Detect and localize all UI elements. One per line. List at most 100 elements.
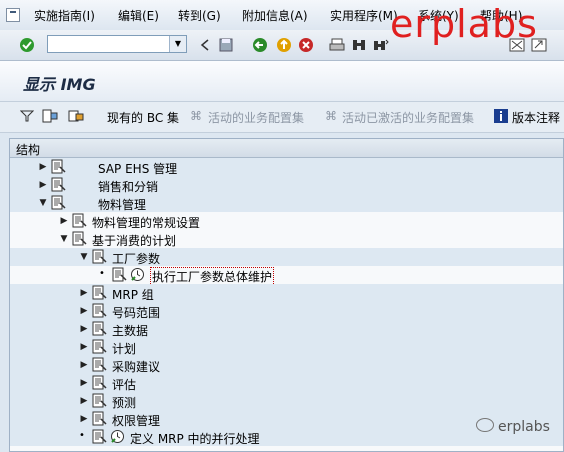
documentation-icon[interactable] (92, 303, 107, 318)
enter-icon[interactable] (18, 36, 36, 54)
tree-node-label[interactable]: 采购建议 (112, 358, 160, 375)
documentation-icon[interactable] (92, 321, 107, 336)
documentation-icon[interactable] (92, 249, 107, 264)
tree-row[interactable]: ▶ 主数据 (10, 320, 563, 339)
documentation-icon[interactable] (92, 429, 107, 444)
transport-icon[interactable] (68, 109, 84, 126)
print-icon[interactable] (328, 36, 346, 54)
info-icon[interactable] (494, 109, 508, 126)
img-tree-panel: 结构 ▶ SAP EHS 管理 ▶ 销售和分销 ▼ 物料管理 ▶ 物料管理的常规设置 ▼ 基于消费… (9, 138, 564, 452)
tree-row[interactable]: ▶ 采购建议 (10, 356, 563, 375)
command-field[interactable]: ▼ (47, 35, 187, 53)
documentation-icon[interactable] (72, 213, 87, 228)
back-icon[interactable] (251, 36, 269, 54)
expand-arrow-icon[interactable]: ▶ (79, 394, 89, 408)
activated-config-sets-button[interactable]: 活动已激活的业务配置集 (342, 109, 474, 126)
documentation-icon[interactable] (112, 267, 127, 282)
collapse-arrow-icon[interactable]: ▼ (59, 232, 69, 246)
expand-arrow-icon[interactable]: ▶ (79, 304, 89, 318)
tree-node-label[interactable]: 号码范围 (112, 304, 160, 321)
filter-icon[interactable] (19, 109, 35, 126)
watermark-footer: erplabs (476, 418, 550, 435)
tree-node-label[interactable]: 销售和分销 (98, 178, 158, 195)
tree-row[interactable]: ▼ 工厂参数 (10, 248, 563, 267)
tree-row[interactable]: ▶ MRP 组 (10, 284, 563, 303)
documentation-icon[interactable] (92, 285, 107, 300)
tree-node-label[interactable]: 工厂参数 (112, 250, 160, 267)
tree-node-label[interactable]: 物料管理的常规设置 (92, 214, 200, 231)
expand-arrow-icon[interactable]: ▶ (79, 376, 89, 390)
collapse-icon[interactable] (196, 36, 214, 54)
documentation-icon[interactable] (92, 393, 107, 408)
leaf-bullet-icon: • (99, 268, 105, 279)
structure-header-label: 结构 (16, 143, 41, 157)
tree-row[interactable]: ▶ 评估 (10, 374, 563, 393)
tree-row[interactable]: ▶ SAP EHS 管理 (10, 158, 563, 177)
documentation-icon[interactable] (72, 231, 87, 246)
tree-node-label[interactable]: 预测 (112, 394, 136, 411)
execute-activity-icon[interactable] (110, 429, 125, 444)
tree-row[interactable]: • 执行工厂参数总体维护 (10, 266, 563, 286)
tree-node-label[interactable]: 主数据 (112, 322, 148, 339)
execute-activity-icon[interactable] (130, 267, 145, 282)
expand-arrow-icon[interactable]: ▶ (38, 178, 48, 192)
tree-column-header: 结构 (10, 139, 563, 158)
tree-node-label[interactable]: SAP EHS 管理 (98, 160, 177, 177)
expand-arrow-icon[interactable]: ▶ (79, 286, 89, 300)
cancel-icon[interactable] (297, 36, 315, 54)
release-notes-button[interactable]: 版本注释 (512, 109, 560, 126)
documentation-icon[interactable] (92, 375, 107, 390)
documentation-icon[interactable] (51, 177, 66, 192)
tree-row[interactable]: ▶ 预测 (10, 392, 563, 411)
tree-node-label[interactable]: 评估 (112, 376, 136, 393)
tree-node-label[interactable]: 权限管理 (112, 412, 160, 429)
tree-node-label[interactable]: 定义 MRP 中的并行处理 (130, 430, 260, 447)
exit-icon[interactable] (275, 36, 293, 54)
config-set-icon: ⌘ (190, 109, 202, 123)
documentation-icon[interactable] (92, 339, 107, 354)
expand-arrow-icon[interactable]: ▶ (79, 322, 89, 336)
leaf-bullet-icon: • (79, 430, 85, 441)
tree-node-label[interactable]: 基于消费的计划 (92, 232, 176, 249)
documentation-icon[interactable] (51, 195, 66, 210)
menu-goto[interactable]: 转到(G) (178, 7, 221, 24)
current-bc-sets-button[interactable]: 现有的 BC 集 (107, 109, 179, 126)
tree-row[interactable]: ▶ 销售和分销 (10, 176, 563, 195)
tree-row[interactable]: ▶ 号码范围 (10, 302, 563, 321)
documentation-icon[interactable] (92, 411, 107, 426)
application-toolbar: 现有的 BC 集 ⌘ 活动的业务配置集 ⌘ 活动已激活的业务配置集 版本注释 (0, 102, 564, 133)
expand-arrow-icon[interactable]: ▶ (79, 412, 89, 426)
collapse-arrow-icon[interactable]: ▼ (79, 250, 89, 264)
command-input[interactable] (48, 36, 174, 52)
structure-icon[interactable] (42, 109, 58, 126)
tree-row[interactable]: ▶ 物料管理的常规设置 (10, 212, 563, 231)
save-icon[interactable] (217, 36, 235, 54)
find-icon[interactable] (350, 36, 368, 54)
menu-utilities[interactable]: 实用程序(M) (330, 7, 398, 24)
wechat-icon (476, 418, 494, 432)
collapse-arrow-icon[interactable]: ▼ (38, 196, 48, 210)
watermark-logo-text: erplabs (390, 2, 538, 46)
tree-row[interactable]: ▶ 计划 (10, 338, 563, 357)
documentation-icon[interactable] (51, 159, 66, 174)
tree-node-label[interactable]: MRP 组 (112, 286, 154, 303)
documentation-icon[interactable] (92, 357, 107, 372)
menu-edit[interactable]: 编辑(E) (118, 7, 159, 24)
system-menu-icon[interactable] (6, 8, 20, 22)
chevron-down-icon[interactable]: ▼ (169, 36, 186, 52)
expand-arrow-icon[interactable]: ▶ (79, 358, 89, 372)
active-config-sets-button[interactable]: 活动的业务配置集 (208, 109, 304, 126)
expand-arrow-icon[interactable]: ▶ (59, 214, 69, 228)
tree-node-label[interactable]: 计划 (112, 340, 136, 357)
tree-row[interactable]: ▼ 基于消费的计划 (10, 230, 563, 249)
expand-arrow-icon[interactable]: ▶ (38, 160, 48, 174)
tree-row[interactable]: ▼ 物料管理 (10, 194, 563, 213)
expand-arrow-icon[interactable]: ▶ (79, 340, 89, 354)
menu-implementation-guide[interactable]: 实施指南(I) (34, 7, 95, 24)
tree-node-label[interactable]: 物料管理 (98, 196, 146, 213)
find-next-icon[interactable] (372, 36, 390, 54)
watermark-footer-text: erplabs (498, 419, 550, 435)
menu-extras[interactable]: 附加信息(A) (242, 7, 308, 24)
page-title: 显示 IMG (23, 75, 96, 94)
title-bar: 显示 IMG (0, 61, 564, 102)
